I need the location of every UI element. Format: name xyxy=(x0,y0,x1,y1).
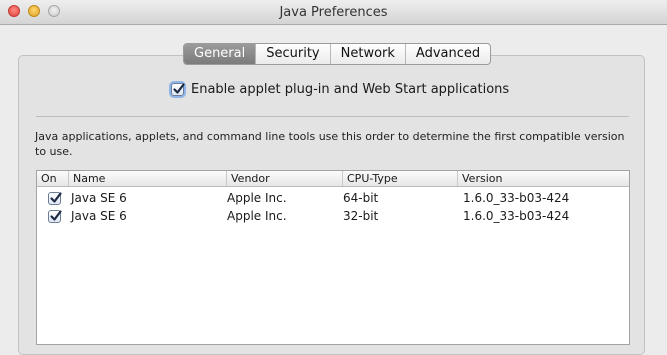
row-cpu-type: 64-bit xyxy=(343,191,379,205)
checkmark-icon xyxy=(173,83,185,94)
enable-applet-checkbox[interactable] xyxy=(171,83,185,96)
row-name: Java SE 6 xyxy=(71,209,127,223)
row-enabled-checkbox[interactable] xyxy=(48,192,62,205)
row-version: 1.6.0_33-b03-424 xyxy=(463,209,570,223)
tab-general[interactable]: General xyxy=(184,44,256,64)
java-versions-table[interactable]: On Name Vendor CPU-Type Version Java SE … xyxy=(36,170,630,345)
tab-bar: General Security Network Advanced xyxy=(183,43,492,65)
title-bar: Java Preferences xyxy=(0,0,667,25)
tab-advanced[interactable]: Advanced xyxy=(404,44,490,64)
checkmark-icon xyxy=(50,210,62,221)
column-header-vendor[interactable]: Vendor xyxy=(227,171,343,186)
column-header-cpu-type[interactable]: CPU-Type xyxy=(343,171,458,186)
enable-applet-label[interactable]: Enable applet plug-in and Web Start appl… xyxy=(191,82,509,97)
row-cpu-type: 32-bit xyxy=(343,209,379,223)
column-header-name[interactable]: Name xyxy=(69,171,227,186)
divider xyxy=(36,116,629,117)
column-header-version[interactable]: Version xyxy=(458,171,629,186)
tab-security[interactable]: Security xyxy=(255,44,329,64)
row-vendor: Apple Inc. xyxy=(227,209,287,223)
row-vendor: Apple Inc. xyxy=(227,191,287,205)
table-row[interactable]: Java SE 6 Apple Inc. 64-bit 1.6.0_33-b03… xyxy=(37,189,629,207)
window-title: Java Preferences xyxy=(279,5,388,20)
table-header: On Name Vendor CPU-Type Version xyxy=(37,171,629,187)
tab-network[interactable]: Network xyxy=(329,44,405,64)
column-header-on[interactable]: On xyxy=(37,171,69,186)
version-order-description: Java applications, applets, and command … xyxy=(35,130,625,158)
row-name: Java SE 6 xyxy=(71,191,127,205)
table-row[interactable]: Java SE 6 Apple Inc. 32-bit 1.6.0_33-b03… xyxy=(37,207,629,225)
row-version: 1.6.0_33-b03-424 xyxy=(463,191,570,205)
row-enabled-checkbox[interactable] xyxy=(48,210,62,223)
checkmark-icon xyxy=(50,192,62,203)
